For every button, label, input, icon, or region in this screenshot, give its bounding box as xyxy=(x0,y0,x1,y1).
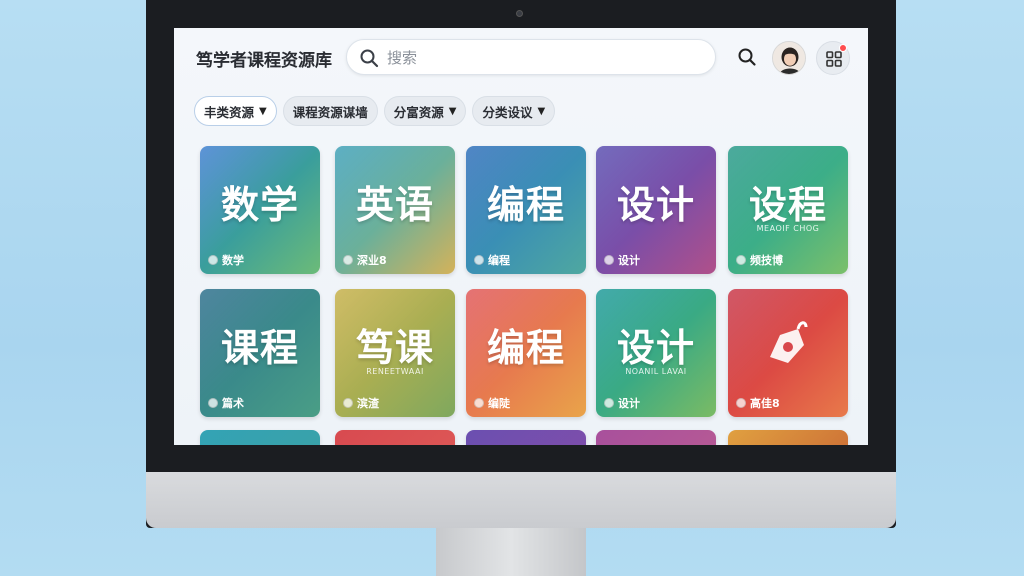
category-dot-icon xyxy=(604,255,614,265)
category-dot-icon xyxy=(343,255,353,265)
course-card-partial[interactable] xyxy=(335,430,455,445)
card-title: 设计 xyxy=(616,183,695,227)
category-dot-icon xyxy=(343,398,353,408)
course-card[interactable]: 设程 MEAOIF CHOG 频技博 xyxy=(728,146,848,274)
category-dot-icon xyxy=(208,255,218,265)
card-title: 笃课 xyxy=(355,326,434,370)
card-footer: 编陡 xyxy=(474,395,510,411)
card-footer: 编程 xyxy=(474,252,510,268)
card-footer: 深业8 xyxy=(343,252,387,268)
card-title: 数学 xyxy=(220,183,299,227)
card-footer: 滨渣 xyxy=(343,395,379,411)
caret-down-icon: ▼ xyxy=(537,105,546,117)
notification-dot xyxy=(839,44,847,52)
card-title: 英语 xyxy=(355,183,434,227)
app-header: 笃学者课程资源库 xyxy=(174,28,868,88)
card-footer: 设计 xyxy=(604,395,640,411)
filter-chip-3[interactable]: 分类设议 ▼ xyxy=(472,96,556,126)
course-card[interactable]: 数学 数学 xyxy=(200,146,320,274)
course-card[interactable]: 编程 编程 xyxy=(466,146,586,274)
filter-chip-0[interactable]: 丰类资源 ▼ xyxy=(194,96,277,126)
filter-label: 分富资源 xyxy=(393,104,444,120)
card-subtitle: RENEETWAAI xyxy=(366,367,424,376)
course-card[interactable]: 编程 编陡 xyxy=(466,289,586,417)
category-dot-icon xyxy=(604,398,614,408)
filter-label: 丰类资源 xyxy=(204,104,255,120)
course-card[interactable]: 笃课 RENEETWAAI 滨渣 xyxy=(335,289,455,417)
filter-chip-1[interactable]: 课程资源谋墙 xyxy=(282,96,378,126)
card-title: 编程 xyxy=(486,326,565,370)
course-card[interactable]: 高佳8 xyxy=(728,289,848,417)
search-input[interactable] xyxy=(387,46,697,70)
course-card-partial[interactable] xyxy=(728,430,848,445)
card-title: 课程 xyxy=(220,326,299,370)
card-footer-label: 高佳8 xyxy=(750,397,780,410)
search-icon xyxy=(360,49,379,68)
category-dot-icon xyxy=(208,398,218,408)
category-dot-icon xyxy=(474,255,484,265)
category-dot-icon xyxy=(736,255,746,265)
card-footer-label: 数学 xyxy=(222,254,244,267)
course-card-partial[interactable] xyxy=(466,430,586,445)
card-footer: 设计 xyxy=(604,252,640,268)
card-footer-label: 编程 xyxy=(488,254,510,267)
monitor-bezel xyxy=(146,0,896,30)
caret-down-icon: ▼ xyxy=(259,105,267,117)
header-search-icon[interactable] xyxy=(737,47,757,67)
monitor-stand xyxy=(436,528,586,576)
card-subtitle: NOANIL LAVAI xyxy=(625,367,687,376)
card-title: 设计 xyxy=(616,326,695,370)
category-dot-icon xyxy=(474,398,484,408)
card-footer-label: 设计 xyxy=(618,397,640,410)
card-footer-label: 设计 xyxy=(618,254,640,267)
caret-down-icon: ▼ xyxy=(448,105,457,117)
course-card[interactable]: 英语深业8 xyxy=(335,146,455,274)
app-screen: 笃学者课程资源库 搜索 丰类资源 ▼ 课程资源谋墙 分富资源 ▼ 分类设议 ▼ … xyxy=(174,28,868,445)
card-footer: 数学 xyxy=(208,252,244,268)
user-avatar-icon xyxy=(773,42,805,74)
search-bar[interactable] xyxy=(346,39,716,75)
avatar[interactable] xyxy=(772,41,806,75)
course-card[interactable]: 设计 设计 xyxy=(596,146,716,274)
card-subtitle: MEAOIF CHOG xyxy=(756,224,820,233)
app-title: 笃学者课程资源库 xyxy=(196,51,332,71)
card-footer: 篇术 xyxy=(208,395,244,411)
category-dot-icon xyxy=(736,398,746,408)
card-footer: 高佳8 xyxy=(736,395,780,411)
filter-bar: 丰类资源 ▼ 课程资源谋墙 分富资源 ▼ 分类设议 ▼ xyxy=(194,96,556,128)
course-card-partial[interactable] xyxy=(200,430,320,445)
card-footer-label: 滨渣 xyxy=(357,397,379,410)
card-title: 设程 xyxy=(748,183,827,227)
filter-label: 分类设议 xyxy=(482,104,533,120)
card-footer-label: 篇术 xyxy=(222,397,244,410)
card-footer-label: 深业8 xyxy=(357,254,387,267)
course-card[interactable]: 设计 NOANIL LAVAI 设计 xyxy=(596,289,716,417)
course-card-partial[interactable] xyxy=(596,430,716,445)
course-card[interactable]: 课程 篇术 xyxy=(200,289,320,417)
monitor-chin xyxy=(146,472,896,528)
filter-label: 课程资源谋墙 xyxy=(292,104,368,120)
card-footer-label: 编陡 xyxy=(488,397,510,410)
filter-chip-2[interactable]: 分富资源 ▼ xyxy=(383,96,467,126)
card-footer: 频技博 xyxy=(736,252,783,268)
camera-icon xyxy=(516,10,523,17)
card-title: 编程 xyxy=(486,183,565,227)
paint-brush-icon xyxy=(770,321,808,363)
card-footer-label: 频技博 xyxy=(750,254,783,267)
grid-menu-button[interactable] xyxy=(816,41,850,75)
